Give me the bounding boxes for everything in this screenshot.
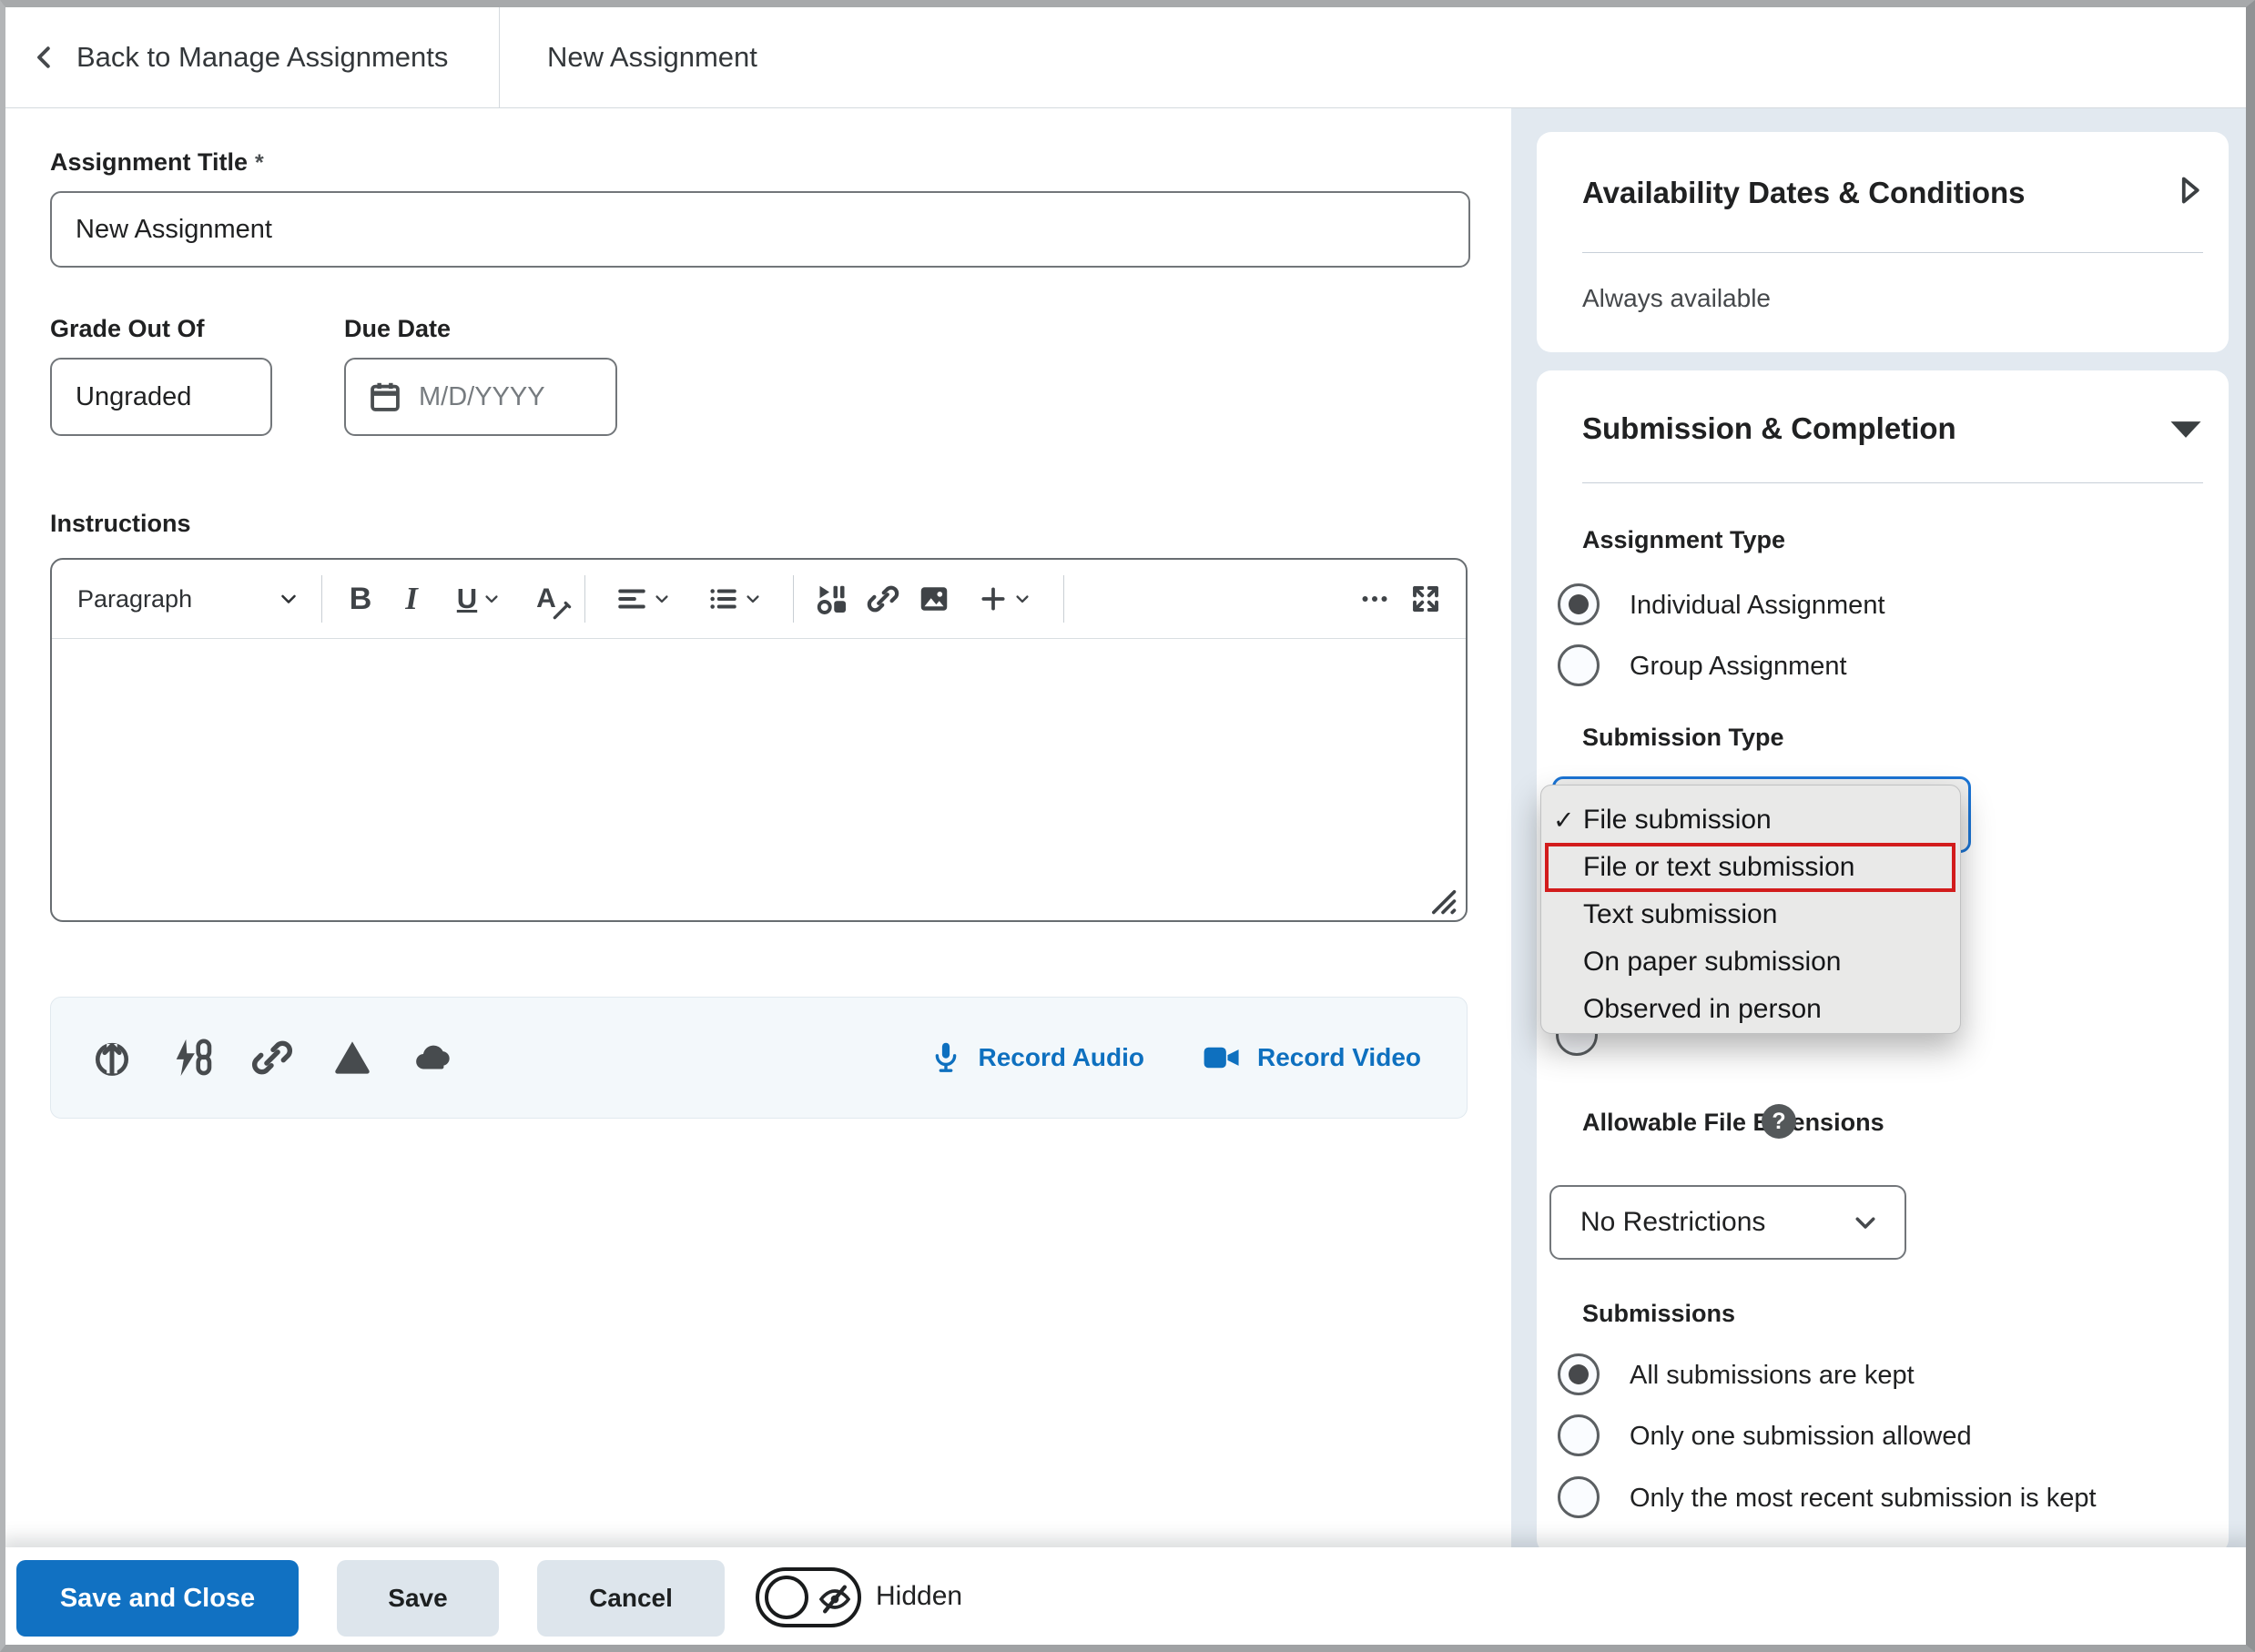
submission-type-dropdown-menu: ✓ File submission File or text submissio… xyxy=(1540,785,1961,1034)
attachments-bar: Record Audio Record Video xyxy=(50,997,1468,1119)
availability-card xyxy=(1537,132,2229,352)
link-icon[interactable] xyxy=(251,1037,293,1079)
chevron-down-icon xyxy=(1852,1209,1879,1236)
bold-button[interactable]: B xyxy=(335,572,386,626)
chevron-down-icon xyxy=(278,588,300,610)
due-date-placeholder: M/D/YYYY xyxy=(419,382,545,412)
resize-handle-icon[interactable] xyxy=(1427,886,1458,917)
radio-individual-assignment[interactable] xyxy=(1558,583,1600,625)
back-button[interactable]: Back to Manage Assignments xyxy=(33,7,448,107)
microphone-icon xyxy=(930,1039,961,1076)
font-color-button[interactable]: A xyxy=(521,572,572,626)
footer-bar: Save and Close Save Cancel Hidden xyxy=(0,1547,2255,1645)
assignment-title-label: Assignment Title* xyxy=(50,148,264,177)
cancel-button[interactable]: Cancel xyxy=(537,1560,725,1637)
menu-option-file-submission[interactable]: ✓ File submission xyxy=(1541,796,1960,844)
record-audio-button[interactable]: Record Audio xyxy=(930,1039,1144,1076)
radio-group-assignment[interactable] xyxy=(1558,644,1600,686)
caret-down-filled-icon xyxy=(2167,417,2205,442)
radio-group-assignment-label[interactable]: Group Assignment xyxy=(1630,652,1847,682)
radio-only-one-submission[interactable] xyxy=(1558,1414,1600,1456)
submissions-label: Submissions xyxy=(1582,1300,1735,1328)
record-video-button[interactable]: Record Video xyxy=(1203,1042,1421,1073)
assignment-title-input[interactable] xyxy=(50,191,1470,268)
required-marker: * xyxy=(255,150,264,176)
chevron-down-icon xyxy=(744,590,762,608)
chevron-down-icon xyxy=(653,590,671,608)
fullscreen-button[interactable] xyxy=(1400,572,1451,626)
more-actions-button[interactable] xyxy=(1349,572,1400,626)
assignment-type-label: Assignment Type xyxy=(1582,526,1785,554)
grade-out-of-label: Grade Out Of xyxy=(50,315,205,343)
help-icon[interactable]: ? xyxy=(1762,1104,1796,1139)
insert-image-button[interactable] xyxy=(909,572,960,626)
paragraph-format-dropdown[interactable]: Paragraph xyxy=(66,572,309,626)
list-dropdown-button[interactable] xyxy=(689,572,780,626)
menu-option-file-or-text-submission[interactable]: File or text submission xyxy=(1541,844,1960,891)
chevron-down-icon xyxy=(482,590,501,608)
radio-individual-assignment-label[interactable]: Individual Assignment xyxy=(1630,591,1885,621)
due-date-label: Due Date xyxy=(344,315,451,343)
insert-stuff-button[interactable] xyxy=(807,572,858,626)
italic-button[interactable]: I xyxy=(386,572,437,626)
onedrive-icon[interactable] xyxy=(411,1037,457,1079)
chevron-left-icon xyxy=(33,41,56,74)
toolbar-separator xyxy=(793,575,794,623)
availability-card-title: Availability Dates & Conditions xyxy=(1582,176,2026,210)
radio-most-recent-submission-label[interactable]: Only the most recent submission is kept xyxy=(1630,1484,2097,1514)
submission-type-label: Submission Type xyxy=(1582,724,1784,752)
new-assignment-page: Back to Manage Assignments New Assignmen… xyxy=(0,0,2255,1652)
calendar-icon xyxy=(368,380,402,414)
chevron-right-outline-icon xyxy=(2176,171,2203,209)
submission-card-title: Submission & Completion xyxy=(1582,411,1956,446)
quicklink-icon[interactable] xyxy=(171,1037,213,1079)
save-and-close-button[interactable]: Save and Close xyxy=(16,1560,299,1637)
due-date-field[interactable]: M/D/YYYY xyxy=(344,358,617,436)
page-header: Back to Manage Assignments New Assignmen… xyxy=(0,7,2255,108)
toolbar-separator xyxy=(584,575,585,623)
allowable-file-extensions-label: Allowable File Extensions xyxy=(1582,1109,1884,1137)
toolbar-separator xyxy=(321,575,322,623)
collapse-submission-button[interactable] xyxy=(2167,417,2205,442)
video-camera-icon xyxy=(1203,1042,1241,1073)
hidden-toggle-label: Hidden xyxy=(876,1547,962,1645)
grade-out-of-field[interactable]: Ungraded xyxy=(50,358,272,436)
hidden-toggle[interactable] xyxy=(756,1567,861,1627)
eye-slash-icon xyxy=(817,1581,853,1617)
toggle-knob xyxy=(765,1576,808,1619)
instructions-editor: Paragraph B I U A xyxy=(50,558,1468,922)
availability-summary: Always available xyxy=(1582,284,1771,313)
editor-toolbar: Paragraph B I U A xyxy=(52,560,1466,639)
back-button-label: Back to Manage Assignments xyxy=(76,41,448,74)
toolbar-separator xyxy=(1063,575,1064,623)
radio-only-one-submission-label[interactable]: Only one submission allowed xyxy=(1630,1422,1972,1452)
radio-all-submissions-kept[interactable] xyxy=(1558,1353,1600,1395)
editor-content-area[interactable] xyxy=(52,639,1466,912)
chevron-down-icon xyxy=(1013,590,1031,608)
instructions-label: Instructions xyxy=(50,510,191,538)
insert-link-button[interactable] xyxy=(858,572,909,626)
file-upload-icon[interactable] xyxy=(91,1037,133,1079)
radio-all-submissions-kept-label[interactable]: All submissions are kept xyxy=(1630,1361,1915,1391)
underline-dropdown-button[interactable]: U xyxy=(437,572,521,626)
save-button[interactable]: Save xyxy=(337,1560,499,1637)
google-drive-icon[interactable] xyxy=(331,1037,373,1079)
radio-most-recent-submission[interactable] xyxy=(1558,1476,1600,1518)
allowable-file-extensions-select[interactable]: No Restrictions xyxy=(1549,1185,1906,1260)
align-dropdown-button[interactable] xyxy=(598,572,689,626)
menu-option-observed-in-person[interactable]: Observed in person xyxy=(1541,986,1960,1033)
menu-option-on-paper-submission[interactable]: On paper submission xyxy=(1541,938,1960,986)
check-icon: ✓ xyxy=(1553,806,1574,836)
header-divider xyxy=(499,7,500,107)
menu-option-text-submission[interactable]: Text submission xyxy=(1541,891,1960,938)
card-divider xyxy=(1582,482,2203,483)
expand-availability-button[interactable] xyxy=(2176,171,2203,209)
page-title: New Assignment xyxy=(547,7,757,107)
card-divider xyxy=(1582,252,2203,253)
insert-more-dropdown-button[interactable] xyxy=(960,572,1051,626)
